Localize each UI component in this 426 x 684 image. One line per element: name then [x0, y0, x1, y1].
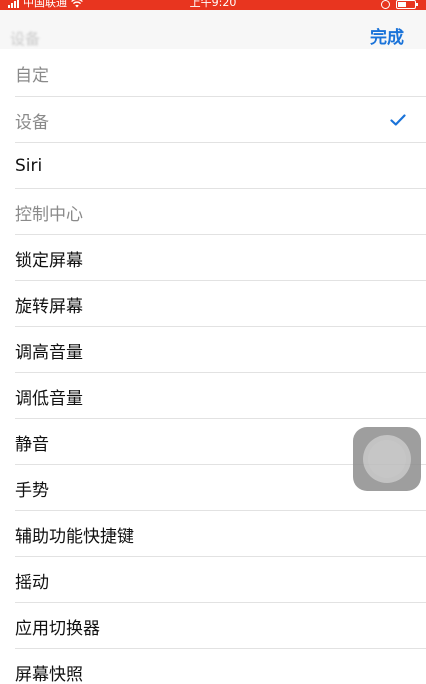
status-bar: 中国联通 上午9:20 [0, 0, 426, 10]
orientation-lock-icon [381, 0, 390, 9]
list-item-label: 旋转屏幕 [15, 296, 83, 317]
list-item[interactable]: 调高音量 [0, 327, 426, 373]
list-item-label: 应用切换器 [15, 618, 100, 639]
list-item-label: 摇动 [15, 572, 49, 593]
status-right [381, 0, 418, 9]
list-item-label: 控制中心 [15, 204, 83, 225]
list-item-label: 锁定屏幕 [15, 250, 83, 271]
list-item-label: 自定 [15, 65, 49, 86]
screen: 中国联通 上午9:20 设备 完成 自定 设备 Siri 控制中心 锁定屏幕 旋转屏幕 调高… [0, 0, 426, 684]
list-item[interactable]: 调低音量 [0, 373, 426, 419]
list-item[interactable]: Siri [0, 143, 426, 189]
list-item-label: 设备 [15, 112, 49, 133]
list-item-label: 静音 [15, 434, 49, 455]
list-item[interactable]: 辅助功能快捷键 [0, 511, 426, 557]
assistive-touch-button[interactable] [353, 427, 421, 491]
status-time: 上午9:20 [189, 0, 237, 9]
list-item[interactable]: 设备 [0, 97, 426, 143]
action-list: 自定设备 Siri 控制中心锁定屏幕旋转屏幕调高音量调低音量静音手势辅助功能快捷键摇… [0, 49, 426, 684]
list-item-label: 手势 [15, 480, 49, 501]
list-item-label: 调高音量 [15, 342, 83, 363]
list-item[interactable]: 摇动 [0, 557, 426, 603]
list-item-label: 屏幕快照 [15, 664, 83, 684]
list-item[interactable]: 旋转屏幕 [0, 281, 426, 327]
list-item-label: 辅助功能快捷键 [15, 526, 134, 547]
list-item[interactable]: 控制中心 [0, 189, 426, 235]
nav-back-label: 设备 [10, 30, 41, 48]
assistive-touch-icon [368, 440, 406, 478]
list-item-label: Siri [15, 156, 43, 176]
done-button[interactable]: 完成 [370, 23, 404, 48]
list-item[interactable]: 屏幕快照 [0, 649, 426, 684]
list-item[interactable]: 应用切换器 [0, 603, 426, 649]
list-item-label: 调低音量 [15, 388, 83, 409]
checkmark-icon [390, 114, 406, 126]
list-item[interactable]: 锁定屏幕 [0, 235, 426, 281]
battery-icon [396, 0, 418, 9]
list-item[interactable]: 自定 [0, 49, 426, 97]
